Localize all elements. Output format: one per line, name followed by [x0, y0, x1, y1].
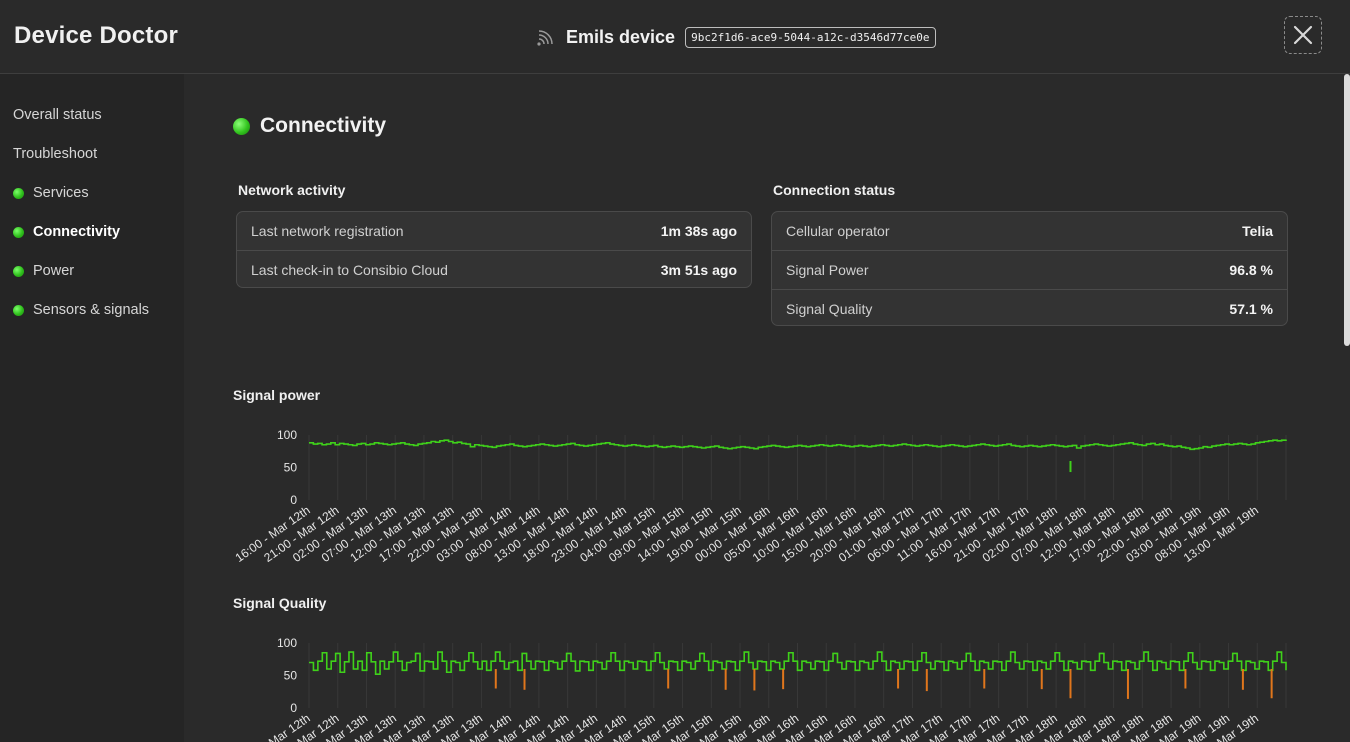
row-value: 96.8 % [1229, 262, 1273, 278]
sidebar-item-label: Connectivity [33, 224, 121, 240]
info-row: Last network registration 1m 38s ago [237, 212, 751, 250]
connection-status-title: Connection status [773, 182, 896, 198]
sidebar-item-label: Power [33, 263, 75, 279]
sidebar-item-label: Services [33, 185, 89, 201]
sidebar-item-overall-status[interactable]: Overall status [13, 104, 102, 126]
row-value: 1m 38s ago [660, 223, 737, 239]
sidebar-item-services[interactable]: Services [13, 182, 89, 204]
sidebar-item-troubleshoot[interactable]: Troubleshoot [13, 143, 97, 165]
app-title: Device Doctor [14, 22, 178, 49]
close-button[interactable] [1284, 16, 1322, 54]
connection-status-card: Cellular operator Telia Signal Power 96.… [771, 211, 1288, 326]
row-value: Telia [1242, 223, 1273, 239]
y-tick-label: 0 [290, 493, 297, 507]
y-tick-label: 0 [290, 701, 297, 715]
row-label: Cellular operator [786, 223, 890, 239]
info-row: Signal Power 96.8 % [772, 250, 1287, 289]
row-label: Last network registration [251, 223, 404, 239]
info-row: Cellular operator Telia [772, 212, 1287, 250]
y-tick-label: 50 [284, 461, 298, 475]
y-tick-label: 50 [284, 669, 298, 683]
scrollbar[interactable] [1343, 74, 1350, 742]
network-activity-title: Network activity [238, 182, 346, 198]
close-icon [1293, 25, 1313, 45]
signal-quality-chart: 05010016:00 - Mar 12th21:00 - Mar 12th02… [233, 636, 1287, 742]
sidebar-item-label: Overall status [13, 107, 102, 123]
status-dot-icon [13, 187, 24, 199]
sidebar-item-sensors-signals[interactable]: Sensors & signals [13, 299, 149, 321]
sidebar-item-connectivity[interactable]: Connectivity [13, 221, 120, 243]
info-row: Signal Quality 57.1 % [772, 289, 1287, 325]
status-dot-icon [13, 226, 24, 238]
status-dot-icon [13, 265, 24, 277]
row-value: 3m 51s ago [660, 262, 737, 278]
info-row: Last check-in to Consibio Cloud 3m 51s a… [237, 250, 751, 287]
sidebar [0, 74, 184, 742]
device-info: Emils device 9bc2f1d6-ace9-5044-a12c-d35… [535, 24, 936, 50]
section-title-label: Connectivity [260, 114, 387, 137]
y-tick-label: 100 [277, 636, 297, 650]
row-label: Signal Power [786, 262, 869, 278]
sidebar-item-label: Troubleshoot [13, 146, 98, 162]
network-activity-card: Last network registration 1m 38s ago Las… [236, 211, 752, 288]
signal-quality-chart-title: Signal Quality [233, 595, 327, 611]
signal-waves-icon [537, 30, 553, 46]
row-value: 57.1 % [1229, 301, 1273, 317]
section-title: Connectivity [233, 114, 386, 138]
sidebar-item-label: Sensors & signals [33, 302, 150, 318]
row-label: Signal Quality [786, 301, 873, 317]
device-name: Emils device [566, 26, 676, 47]
header-bar: Device Doctor Emils device 9bc2f1d6-ace9… [0, 0, 1350, 74]
scrollbar-thumb[interactable] [1344, 74, 1350, 346]
y-tick-label: 100 [277, 428, 297, 442]
device-id-badge: 9bc2f1d6-ace9-5044-a12c-d3546d77ce0e [685, 26, 936, 48]
signal-power-chart: 05010016:00 - Mar 12th21:00 - Mar 12th02… [233, 428, 1287, 565]
status-dot-icon [13, 304, 24, 316]
status-dot-icon [233, 117, 250, 135]
sidebar-item-power[interactable]: Power [13, 260, 74, 282]
signal-power-chart-title: Signal power [233, 387, 321, 403]
row-label: Last check-in to Consibio Cloud [251, 262, 448, 278]
